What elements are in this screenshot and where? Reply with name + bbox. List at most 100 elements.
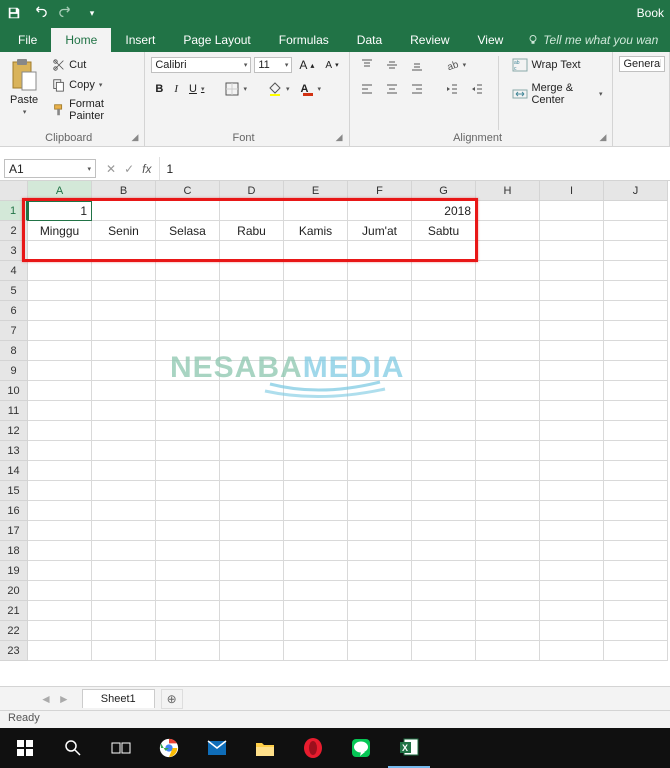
cell[interactable] [284,401,348,421]
cell[interactable] [540,601,604,621]
cell[interactable] [540,361,604,381]
cell[interactable] [220,301,284,321]
cell[interactable] [412,461,476,481]
cell[interactable] [284,441,348,461]
cell[interactable] [540,581,604,601]
cell[interactable] [412,261,476,281]
cell[interactable] [476,421,540,441]
cell[interactable] [156,381,220,401]
row-header[interactable]: 6 [0,301,28,321]
column-header[interactable]: J [604,181,668,201]
tab-page-layout[interactable]: Page Layout [169,28,264,52]
cell[interactable]: Selasa [156,221,220,241]
cell[interactable] [540,321,604,341]
cell[interactable] [156,561,220,581]
cell[interactable] [540,221,604,241]
cell[interactable] [92,501,156,521]
cell[interactable] [92,261,156,281]
cell[interactable] [604,581,668,601]
cell[interactable] [476,501,540,521]
cell[interactable] [284,421,348,441]
cell[interactable] [540,201,604,221]
cell[interactable] [92,581,156,601]
cell[interactable] [412,321,476,341]
cell[interactable] [412,281,476,301]
cell[interactable] [476,481,540,501]
redo-icon[interactable] [58,5,74,21]
cell[interactable] [604,421,668,441]
cell[interactable]: Senin [92,221,156,241]
cell[interactable] [156,281,220,301]
cell[interactable] [604,461,668,481]
cell[interactable] [220,641,284,661]
cell[interactable] [220,481,284,501]
cell[interactable] [348,461,412,481]
cell[interactable] [284,521,348,541]
format-painter-button[interactable]: Format Painter [48,96,138,124]
qat-customize-icon[interactable]: ▾ [84,5,100,21]
wrap-text-button[interactable]: abc Wrap Text [508,56,606,74]
cell[interactable] [348,261,412,281]
name-box[interactable]: A1▾ [4,159,96,178]
cell[interactable] [604,381,668,401]
cell[interactable] [28,501,92,521]
select-all-corner[interactable] [0,181,28,201]
cell[interactable] [476,281,540,301]
align-top-button[interactable] [356,56,378,74]
cell[interactable] [348,421,412,441]
cell[interactable] [156,601,220,621]
cell[interactable]: Jum'at [348,221,412,241]
cell[interactable] [284,601,348,621]
cell[interactable] [476,301,540,321]
cell[interactable] [220,461,284,481]
cell[interactable] [92,341,156,361]
cell[interactable] [604,341,668,361]
cell[interactable] [220,381,284,401]
cell[interactable]: Rabu [220,221,284,241]
row-header[interactable]: 22 [0,621,28,641]
cell[interactable] [284,641,348,661]
cell[interactable] [284,201,348,221]
cell[interactable] [348,281,412,301]
cell[interactable] [284,321,348,341]
cell[interactable] [412,301,476,321]
cell[interactable] [220,501,284,521]
cell[interactable] [92,281,156,301]
tab-review[interactable]: Review [396,28,463,52]
row-header[interactable]: 11 [0,401,28,421]
cell[interactable] [604,261,668,281]
cell[interactable] [28,381,92,401]
cell[interactable] [284,341,348,361]
decrease-font-button[interactable]: A▾ [321,58,342,73]
column-header[interactable]: C [156,181,220,201]
cell[interactable] [220,521,284,541]
cell[interactable] [540,241,604,261]
cell[interactable] [604,641,668,661]
sheet-nav-prev-icon[interactable]: ◄ [40,692,52,706]
cell[interactable] [284,261,348,281]
sheet-nav-next-icon[interactable]: ► [58,692,70,706]
cell[interactable] [28,401,92,421]
orientation-button[interactable]: ab▾ [441,56,471,74]
cell[interactable] [220,601,284,621]
cell[interactable] [412,361,476,381]
cell[interactable] [604,401,668,421]
cell[interactable] [92,541,156,561]
cell[interactable] [412,441,476,461]
cell[interactable] [540,641,604,661]
cell[interactable] [92,441,156,461]
column-header[interactable]: D [220,181,284,201]
tab-insert[interactable]: Insert [111,28,169,52]
cell[interactable] [92,201,156,221]
borders-button[interactable]: ▾ [221,80,251,98]
cell[interactable] [412,241,476,261]
cell[interactable] [348,381,412,401]
cell[interactable] [540,381,604,401]
copy-button[interactable]: Copy▾ [48,76,138,94]
cell[interactable] [92,621,156,641]
sheet-tab-1[interactable]: Sheet1 [82,689,155,708]
cell[interactable] [348,361,412,381]
font-size-select[interactable]: 11▾ [254,57,292,73]
cell[interactable] [476,521,540,541]
cell[interactable] [156,641,220,661]
